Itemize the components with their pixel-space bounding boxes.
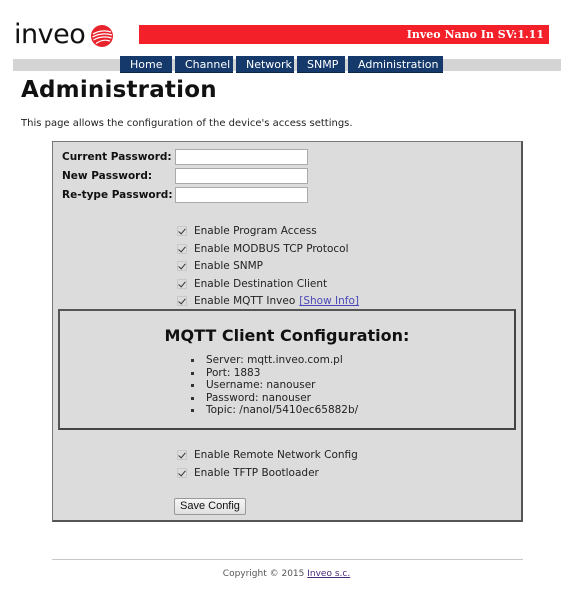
remote-network-config-label: Enable Remote Network Config bbox=[194, 449, 358, 461]
mqtt-password: Password: nanouser bbox=[188, 392, 358, 405]
program-access-checkbox[interactable] bbox=[177, 226, 187, 236]
mqtt-details-list: Server: mqtt.inveo.com.pl Port: 1883 Use… bbox=[188, 354, 358, 417]
remote-network-config-checkbox[interactable] bbox=[177, 450, 187, 460]
new-password-row: New Password: bbox=[62, 168, 308, 184]
program-access-label: Enable Program Access bbox=[194, 225, 317, 237]
destination-client-label: Enable Destination Client bbox=[194, 278, 328, 290]
modbus-checkbox[interactable] bbox=[177, 244, 187, 254]
option-remote-network-config: Enable Remote Network Config bbox=[177, 448, 358, 462]
option-snmp: Enable SNMP bbox=[177, 259, 263, 273]
copyright-text: Copyright © 2015 bbox=[222, 569, 308, 579]
mqtt-port: Port: 1883 bbox=[188, 367, 358, 380]
logo-text: inveo bbox=[14, 19, 86, 50]
nav-item-channel[interactable]: Channel bbox=[175, 56, 233, 73]
current-password-row: Current Password: bbox=[62, 149, 308, 165]
page-intro: This page allows the configuration of th… bbox=[21, 118, 353, 129]
current-password-label: Current Password: bbox=[62, 151, 172, 163]
option-tftp-bootloader: Enable TFTP Bootloader bbox=[177, 466, 319, 480]
mqtt-label: Enable MQTT Inveo bbox=[194, 295, 296, 307]
option-program-access: Enable Program Access bbox=[177, 224, 317, 238]
modbus-label: Enable MODBUS TCP Protocol bbox=[194, 243, 349, 255]
footer: Copyright © 2015 Inveo s.c. bbox=[0, 569, 573, 579]
option-mqtt: Enable MQTT Inveo [Show Info] bbox=[177, 294, 359, 308]
current-password-input[interactable] bbox=[175, 149, 308, 165]
company-link[interactable]: Inveo s.c. bbox=[307, 569, 350, 579]
destination-client-checkbox[interactable] bbox=[177, 279, 187, 289]
retype-password-input[interactable] bbox=[175, 187, 308, 203]
device-title-bar: Inveo Nano In SV:1.11 bbox=[139, 25, 549, 44]
save-config-button[interactable]: Save Config bbox=[174, 498, 246, 515]
mqtt-topic: Topic: /nanoI/5410ec65882b/ bbox=[188, 404, 358, 417]
snmp-checkbox[interactable] bbox=[177, 261, 187, 271]
main-nav: Home Channel Network SNMP Administration bbox=[120, 56, 443, 73]
inveo-ball-logo-icon bbox=[91, 25, 114, 47]
snmp-label: Enable SNMP bbox=[194, 260, 264, 272]
new-password-label: New Password: bbox=[62, 170, 153, 182]
page-title: Administration bbox=[21, 77, 217, 103]
nav-item-administration[interactable]: Administration bbox=[348, 56, 443, 73]
logo: inveo bbox=[14, 20, 114, 50]
mqtt-checkbox[interactable] bbox=[177, 296, 187, 306]
retype-password-row: Re-type Password: bbox=[62, 187, 308, 203]
mqtt-title: MQTT Client Configuration: bbox=[164, 326, 410, 345]
tftp-bootloader-checkbox[interactable] bbox=[177, 468, 187, 478]
mqtt-info-box: MQTT Client Configuration: Server: mqtt.… bbox=[58, 309, 516, 430]
mqtt-server: Server: mqtt.inveo.com.pl bbox=[188, 354, 358, 367]
settings-panel: Current Password: New Password: Re-type … bbox=[52, 141, 523, 522]
nav-item-network[interactable]: Network bbox=[236, 56, 294, 73]
nav-item-snmp[interactable]: SNMP bbox=[297, 56, 345, 73]
nav-item-home[interactable]: Home bbox=[120, 56, 172, 73]
show-info-link[interactable]: [Show Info] bbox=[299, 295, 359, 307]
option-destination-client: Enable Destination Client bbox=[177, 277, 327, 291]
retype-password-label: Re-type Password: bbox=[62, 189, 173, 201]
option-modbus: Enable MODBUS TCP Protocol bbox=[177, 242, 349, 256]
footer-divider bbox=[52, 559, 523, 560]
new-password-input[interactable] bbox=[175, 168, 308, 184]
tftp-bootloader-label: Enable TFTP Bootloader bbox=[194, 467, 319, 479]
mqtt-username: Username: nanouser bbox=[188, 379, 358, 392]
